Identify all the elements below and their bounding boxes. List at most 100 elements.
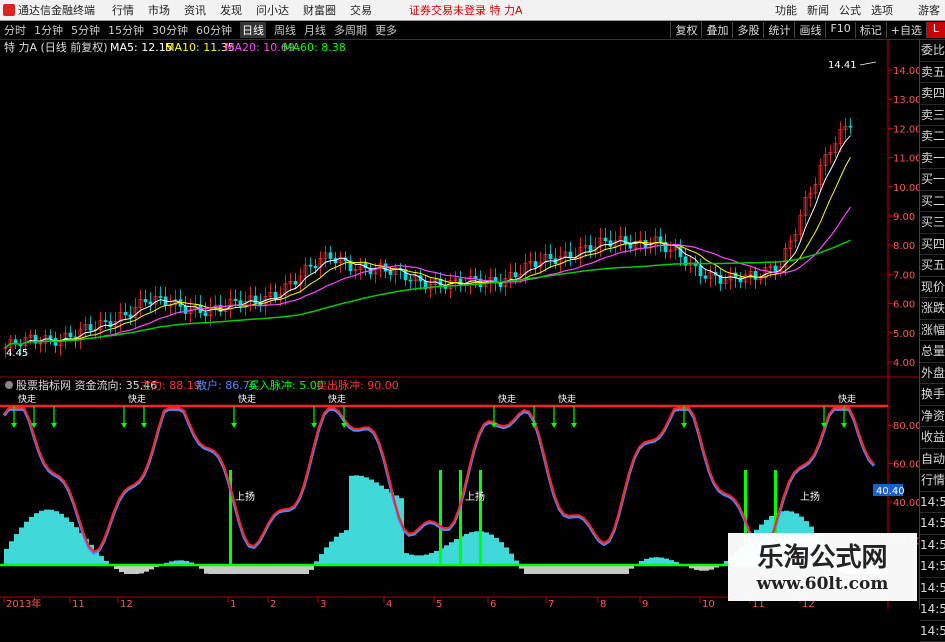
flow-bar bbox=[124, 565, 129, 574]
stats-button[interactable]: 统计 bbox=[763, 22, 794, 38]
period-bar: 分时 1分钟 5分钟 15分钟 30分钟 60分钟 日线 周线 月线 多周期 更… bbox=[0, 21, 945, 40]
flow-bar bbox=[54, 511, 59, 565]
quote-panel-item[interactable]: 行情 bbox=[920, 470, 945, 492]
menu-item-formula[interactable]: 公式 bbox=[839, 2, 861, 18]
quote-panel-item[interactable]: 14:5 bbox=[920, 556, 945, 578]
flow-bar bbox=[364, 477, 369, 565]
period-tab[interactable]: 5分钟 bbox=[71, 22, 100, 38]
candle-body bbox=[234, 299, 237, 300]
quote-panel-item[interactable]: 买四 bbox=[920, 234, 945, 256]
quote-panel-item[interactable]: 卖五 bbox=[920, 62, 945, 84]
period-tab[interactable]: 月线 bbox=[304, 22, 326, 38]
period-tab[interactable]: 1分钟 bbox=[34, 22, 63, 38]
candle-body bbox=[69, 333, 72, 337]
flow-bar bbox=[69, 522, 74, 565]
quote-panel-item[interactable]: 现价 bbox=[920, 277, 945, 299]
fast-go-label: 快走 bbox=[328, 393, 346, 405]
low-price-label: 4.45 bbox=[6, 348, 28, 359]
menu-item-market[interactable]: 市场 bbox=[148, 2, 170, 18]
ma60-line bbox=[6, 240, 851, 347]
fast-go-label: 快走 bbox=[128, 393, 146, 405]
menu-item-functions[interactable]: 功能 bbox=[775, 2, 797, 18]
quote-panel-item[interactable]: 买二 bbox=[920, 191, 945, 213]
quote-panel-item[interactable]: 卖三 bbox=[920, 105, 945, 127]
candle-body bbox=[159, 296, 162, 297]
period-tab-daily[interactable]: 日线 bbox=[240, 22, 266, 38]
quote-panel-item[interactable]: 净资 bbox=[920, 406, 945, 428]
chart-area[interactable]: 14.0013.0012.0011.0010.009.008.007.006.0… bbox=[0, 40, 919, 609]
date-tick-label: 8 bbox=[600, 599, 606, 609]
quote-panel-item[interactable]: 买一 bbox=[920, 169, 945, 191]
buy-pulse-bar bbox=[459, 470, 462, 565]
flow-bar bbox=[334, 537, 339, 565]
flow-bar bbox=[604, 565, 609, 574]
fast-go-label: 快走 bbox=[18, 393, 36, 405]
flow-bar bbox=[484, 532, 489, 565]
menu-item-guest[interactable]: 游客 bbox=[918, 2, 940, 18]
quote-panel-item[interactable]: 14:5 bbox=[920, 513, 945, 535]
multi-stock-button[interactable]: 多股 bbox=[732, 22, 763, 38]
menu-item-quotes[interactable]: 行情 bbox=[112, 2, 134, 18]
f10-button[interactable]: F10 bbox=[825, 22, 854, 38]
indicator-tick-label: 60.00 bbox=[893, 460, 919, 471]
flow-bar bbox=[234, 565, 239, 574]
period-tab-more[interactable]: 更多 bbox=[375, 22, 397, 38]
candle-body bbox=[659, 237, 662, 242]
flow-bar bbox=[589, 565, 594, 574]
flow-bar bbox=[39, 511, 44, 565]
quote-panel-item[interactable]: 外盘 bbox=[920, 363, 945, 385]
date-tick-label: 5 bbox=[436, 599, 442, 609]
quote-panel-item[interactable]: 买五 bbox=[920, 255, 945, 277]
flow-bar bbox=[204, 565, 209, 574]
mark-button[interactable]: 标记 bbox=[855, 22, 886, 38]
menu-item-wealth[interactable]: 财富圈 bbox=[303, 2, 336, 18]
menu-item-news[interactable]: 资讯 bbox=[184, 2, 206, 18]
menu-item-trade[interactable]: 交易 bbox=[350, 2, 372, 18]
quote-panel-item[interactable]: 买三 bbox=[920, 212, 945, 234]
candle-body bbox=[739, 278, 742, 282]
adjust-button[interactable]: 复权 bbox=[670, 22, 701, 38]
quote-panel-item[interactable]: 自动 bbox=[920, 449, 945, 471]
quote-panel-item[interactable]: 14:5 bbox=[920, 599, 945, 621]
buy-signal-arrowhead bbox=[681, 423, 687, 428]
flow-bar bbox=[64, 517, 69, 565]
period-tab[interactable]: 15分钟 bbox=[108, 22, 144, 38]
quote-panel-item[interactable]: 委比 bbox=[920, 40, 945, 62]
quote-panel-item[interactable]: 收益 bbox=[920, 427, 945, 449]
period-tab[interactable]: 30分钟 bbox=[152, 22, 188, 38]
candle-body bbox=[609, 241, 612, 247]
quote-panel-item[interactable]: 总量 bbox=[920, 341, 945, 363]
period-tab[interactable]: 60分钟 bbox=[196, 22, 232, 38]
indicator-settings-icon[interactable] bbox=[5, 381, 13, 389]
quote-panel-item[interactable]: 涨幅 bbox=[920, 320, 945, 342]
flow-bar bbox=[444, 545, 449, 565]
quote-panel-item[interactable]: 卖四 bbox=[920, 83, 945, 105]
menu-item-ask[interactable]: 问小达 bbox=[256, 2, 289, 18]
quote-panel-item[interactable]: 涨跌 bbox=[920, 298, 945, 320]
quote-panel-item[interactable]: 卖二 bbox=[920, 126, 945, 148]
period-tab[interactable]: 周线 bbox=[274, 22, 296, 38]
add-watchlist-button[interactable]: +自选 bbox=[886, 22, 926, 38]
period-tab[interactable]: 多周期 bbox=[334, 22, 367, 38]
flow-bar bbox=[529, 565, 534, 574]
quote-panel-item[interactable]: 14:5 bbox=[920, 578, 945, 600]
indicator-tick-label: 80.00 bbox=[893, 421, 919, 432]
menu-item-newsfeed[interactable]: 新闻 bbox=[807, 2, 829, 18]
quote-panel-item[interactable]: 14:5 bbox=[920, 492, 945, 514]
quote-panel-item[interactable]: 14:5 bbox=[920, 535, 945, 557]
period-tab[interactable]: 分时 bbox=[4, 22, 26, 38]
quote-panel-item[interactable]: 14:5 bbox=[920, 621, 945, 642]
menu-item-discover[interactable]: 发现 bbox=[220, 2, 242, 18]
flow-bar bbox=[24, 522, 29, 565]
buy-signal-arrowhead bbox=[571, 423, 577, 428]
side-panel-tab[interactable]: L bbox=[926, 22, 945, 38]
draw-button[interactable]: 画线 bbox=[794, 22, 825, 38]
menu-item-options[interactable]: 选项 bbox=[871, 2, 893, 18]
flow-bar bbox=[244, 565, 249, 574]
quote-panel-item[interactable]: 卖一 bbox=[920, 148, 945, 170]
quote-panel-item[interactable]: 换手 bbox=[920, 384, 945, 406]
date-tick-label: 7 bbox=[548, 599, 554, 609]
overlay-button[interactable]: 叠加 bbox=[701, 22, 732, 38]
price-tick-label: 8.00 bbox=[893, 241, 915, 252]
flow-bar bbox=[609, 565, 614, 574]
